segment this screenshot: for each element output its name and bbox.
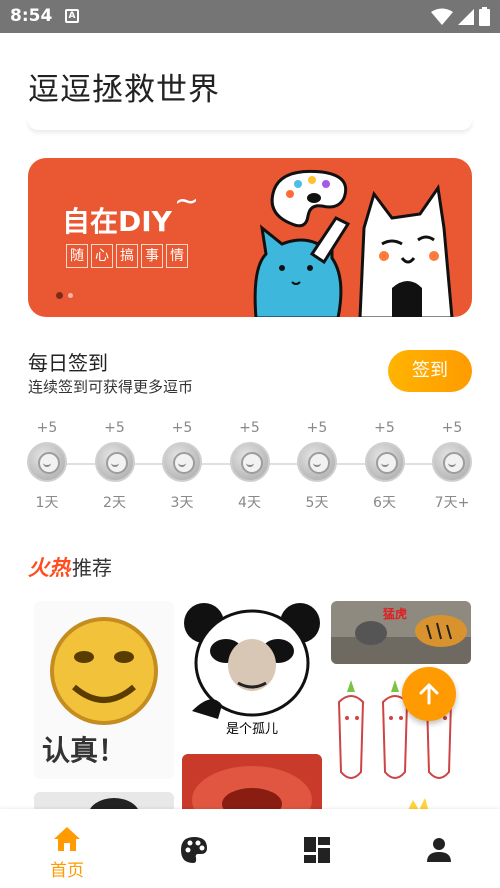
day-bonus: +5 — [239, 420, 260, 436]
day-label: 1天 — [35, 495, 59, 511]
status-icons — [431, 7, 490, 26]
nav-item-profile[interactable] — [389, 809, 489, 888]
checkin-day: +5 5天 — [287, 420, 347, 512]
day-label: 3天 — [170, 495, 194, 511]
coin-icon — [27, 442, 67, 482]
nav-item-categories[interactable] — [267, 809, 367, 888]
hot-title-rest: 推荐 — [72, 556, 112, 580]
coin-icon — [297, 442, 337, 482]
person-icon — [427, 838, 451, 862]
checkin-subtitle: 连续签到可获得更多逗币 — [28, 378, 194, 396]
meme-card-tiger[interactable]: 猛虎 — [331, 601, 471, 664]
nav-label-home: 首页 — [50, 861, 84, 881]
bottom-nav: 首页 — [0, 809, 500, 888]
banner-pager — [56, 292, 73, 299]
coin-icon — [364, 442, 405, 482]
notification-icon: A — [65, 9, 79, 23]
home-icon — [54, 827, 80, 851]
checkin-day: +5 4天 — [220, 420, 280, 512]
banner-title: 自在DIY — [62, 205, 172, 238]
day-label: 2天 — [103, 495, 126, 511]
banner-tilde: ~ — [174, 184, 200, 219]
promo-banner[interactable]: 自在DIY ~ 随 心 搞 事 情 — [28, 158, 472, 317]
meme-text: 猛虎 — [383, 607, 408, 621]
day-bonus: +5 — [306, 420, 328, 436]
nav-item-create[interactable] — [144, 809, 244, 888]
banner-tag: 心 — [91, 244, 113, 268]
hot-title-fire: 火热 — [28, 556, 70, 580]
day-bonus: +5 — [36, 420, 58, 436]
coin-icon — [432, 442, 472, 482]
meme-caption: 是个孤儿 — [225, 722, 278, 737]
status-time: 8:54 — [10, 6, 53, 26]
checkin-day: +5 2天 — [85, 420, 145, 512]
coin-icon — [229, 442, 270, 482]
app-title: 逗逗拯救世界 — [28, 72, 220, 108]
checkin-day: +5 7天+ — [422, 420, 482, 512]
checkin-day: +5 1天 — [17, 420, 77, 512]
day-label: 5天 — [305, 495, 329, 511]
meme-card-smiley[interactable]: 认真！ — [34, 601, 174, 779]
day-bonus: +5 — [374, 420, 395, 436]
checkin-title: 每日签到 — [28, 351, 108, 375]
banner-cat-illustration — [253, 169, 454, 317]
day-bonus: +5 — [441, 420, 463, 436]
banner-tag: 搞 — [116, 244, 138, 268]
banner-tags: 随 心 搞 事 情 — [66, 244, 188, 268]
signal-icon — [458, 8, 474, 25]
arrow-up-icon — [419, 683, 439, 705]
day-label: 6天 — [373, 495, 396, 511]
title-card-edge — [28, 118, 472, 130]
dashboard-icon — [304, 837, 330, 863]
pager-dot-active — [56, 292, 63, 299]
battery-icon — [479, 7, 490, 26]
day-bonus: +5 — [104, 420, 125, 436]
checkin-day: +5 3天 — [152, 420, 212, 512]
scroll-top-button[interactable] — [402, 667, 456, 721]
meme-text: 认真！ — [42, 734, 127, 767]
coin-icon — [94, 442, 135, 482]
pager-dot — [68, 293, 73, 298]
day-bonus: +5 — [171, 420, 193, 436]
banner-tag: 情 — [166, 244, 188, 268]
checkin-button[interactable]: 签到 — [388, 350, 472, 392]
day-label: 4天 — [238, 495, 261, 511]
nav-item-home[interactable]: 首页 — [17, 809, 117, 888]
coin-icon — [162, 442, 202, 482]
checkin-day: +5 6天 — [355, 420, 415, 512]
wifi-icon — [431, 8, 453, 25]
banner-tag: 事 — [141, 244, 163, 268]
meme-card-panda[interactable]: 是个孤儿 — [182, 601, 322, 747]
palette-icon — [181, 837, 207, 863]
day-label: 7天+ — [434, 495, 470, 511]
banner-tag: 随 — [66, 244, 88, 268]
status-bar: 8:54 A — [0, 0, 500, 33]
hot-section-title: 火热 推荐 — [28, 552, 112, 582]
